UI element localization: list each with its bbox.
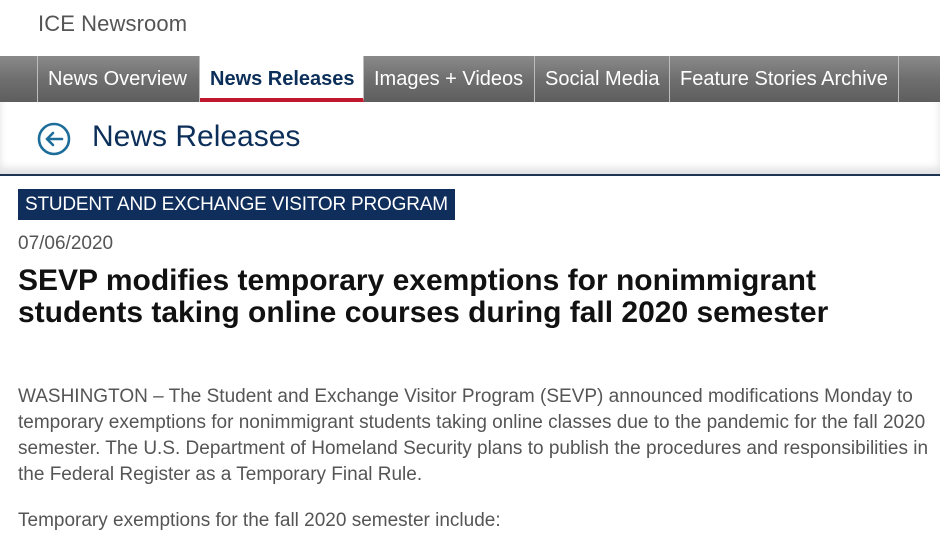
circle-arrow-left-icon[interactable] bbox=[37, 122, 71, 156]
site-header: ICE Newsroom bbox=[0, 0, 940, 56]
article-headline: SEVP modifies temporary exemptions for n… bbox=[18, 264, 829, 329]
tab-news-overview[interactable]: News Overview bbox=[38, 56, 200, 102]
page-title: News Releases bbox=[92, 120, 301, 153]
category-badge[interactable]: STUDENT AND EXCHANGE VISITOR PROGRAM bbox=[18, 189, 455, 220]
tab-news-releases[interactable]: News Releases bbox=[200, 56, 364, 102]
site-title[interactable]: ICE Newsroom bbox=[38, 11, 187, 37]
page-header: News Releases bbox=[0, 102, 940, 176]
tab-feature-stories-archive[interactable]: Feature Stories Archive bbox=[670, 56, 899, 102]
article-paragraph: Temporary exemptions for the fall 2020 s… bbox=[18, 510, 501, 531]
release-date: 07/06/2020 bbox=[18, 233, 114, 254]
tab-images-videos[interactable]: Images + Videos bbox=[364, 56, 535, 102]
article-paragraph: WASHINGTON – The Student and Exchange Vi… bbox=[18, 386, 929, 485]
tab-social-media[interactable]: Social Media bbox=[535, 56, 670, 102]
nav-spacer bbox=[0, 56, 38, 102]
main-navigation: News Overview News Releases Images + Vid… bbox=[0, 56, 940, 102]
